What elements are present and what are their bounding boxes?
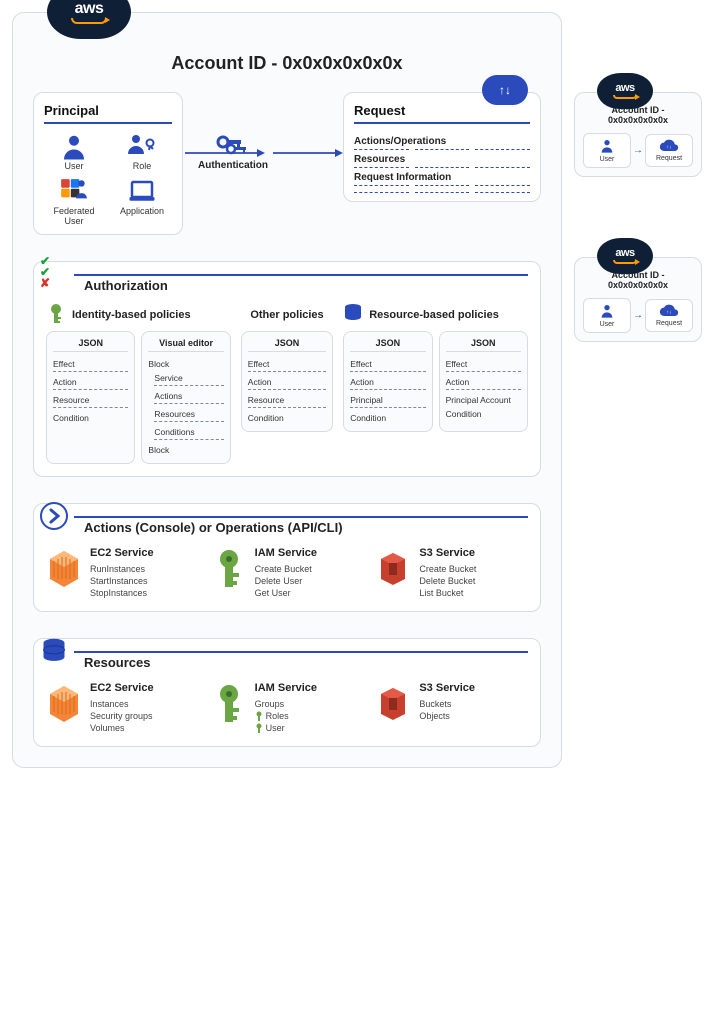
aws-logo-icon: aws [47, 0, 131, 39]
key-green-icon [46, 303, 66, 325]
aws-logo-icon: aws [597, 73, 653, 109]
request-resources: Resources [354, 150, 530, 167]
authorization-section: ✔✔✘ Authorization Identity-based policie… [33, 261, 541, 477]
request-card: ↑↓ Request Actions/Operations Resources … [343, 92, 541, 202]
resources-section: Resources EC2 Service Instances Security… [33, 638, 541, 747]
resources-title: Resources [84, 653, 528, 670]
principal-application: Application [112, 177, 172, 226]
actions-section: Actions (Console) or Operations (API/CLI… [33, 503, 541, 612]
s3-service: S3 Service Create Bucket Delete Bucket L… [375, 547, 528, 599]
key-mini-icon [255, 723, 263, 733]
principal-title: Principal [44, 103, 172, 124]
iam-key-icon [211, 682, 247, 726]
ec2-icon [46, 547, 82, 591]
side-user-box: User [583, 298, 631, 333]
side-account-id: Account ID - 0x0x0x0x0x0x [583, 105, 693, 125]
s3-icon [375, 682, 411, 726]
ec2-resources: EC2 Service Instances Security groups Vo… [46, 682, 199, 734]
visual-editor-box: Visual editor Block Service Actions Reso… [141, 331, 230, 464]
other-json-box: JSON Effect Action Resource Condition [241, 331, 333, 432]
side-account-id: Account ID - 0x0x0x0x0x0x [583, 270, 693, 290]
authorization-title: Authorization [84, 276, 528, 293]
principal-role: Role [112, 132, 172, 171]
chevron-right-icon [38, 500, 70, 532]
iam-resources: IAM Service Groups Roles User [211, 682, 364, 734]
svg-text:↑↓: ↑↓ [667, 145, 672, 151]
iam-service: IAM Service Create Bucket Delete User Ge… [211, 547, 364, 599]
request-actions: Actions/Operations [354, 132, 530, 149]
cloud-upload-icon: ↑↓ [482, 75, 528, 105]
database-icon [38, 635, 70, 667]
resource-json-box2: JSON Effect Action Principal Account Con… [439, 331, 528, 432]
check-x-icon: ✔✔✘ [40, 256, 50, 288]
cloud-icon: ↑↓ [659, 139, 679, 153]
principal-card: Principal User Role Federated User [33, 92, 183, 235]
aws-logo-icon: aws [597, 238, 653, 274]
json-policy-box: JSON Effect Action Resource Condition [46, 331, 135, 464]
side-user-box: User [583, 133, 631, 168]
ec2-icon [46, 682, 82, 726]
principal-federated: Federated User [44, 177, 104, 226]
side-request-box: ↑↓ Request [645, 134, 693, 167]
s3-resources: S3 Service Buckets Objects [375, 682, 528, 734]
resource-policies: Resource-based policies JSON Effect Acti… [343, 305, 528, 464]
ec2-service: EC2 Service RunInstances StartInstances … [46, 547, 199, 599]
arrow-right-icon: → [633, 310, 643, 321]
user-icon [598, 138, 616, 154]
side-account-1: aws Account ID - 0x0x0x0x0x0x User → ↑↓ … [574, 92, 702, 177]
database-icon [343, 303, 363, 323]
actions-title: Actions (Console) or Operations (API/CLI… [84, 518, 528, 535]
key-mini-icon [255, 711, 263, 721]
principal-user: User [44, 132, 104, 171]
resource-json-box1: JSON Effect Action Principal Condition [343, 331, 432, 432]
arrow-right-icon: → [633, 145, 643, 156]
principal-request-row: Principal User Role Federated User [33, 92, 541, 235]
main-account-panel: aws Account ID - 0x0x0x0x0x0x Principal … [12, 12, 562, 768]
authentication-label: Authentication [193, 160, 273, 171]
s3-icon [375, 547, 411, 591]
side-request-box: ↑↓ Request [645, 299, 693, 332]
authentication-block: Authentication [193, 132, 273, 171]
account-id-title: Account ID - 0x0x0x0x0x0x [33, 53, 541, 74]
svg-text:↑↓: ↑↓ [667, 310, 672, 316]
request-title: Request [354, 103, 530, 124]
side-account-2: aws Account ID - 0x0x0x0x0x0x User → ↑↓ … [574, 257, 702, 342]
iam-key-icon [211, 547, 247, 591]
cloud-icon: ↑↓ [659, 304, 679, 318]
identity-policies: Identity-based policies JSON Effect Acti… [46, 305, 231, 464]
other-policies: Other policies JSON Effect Action Resour… [241, 305, 333, 464]
user-icon [598, 303, 616, 319]
request-info: Request Information [354, 168, 530, 185]
